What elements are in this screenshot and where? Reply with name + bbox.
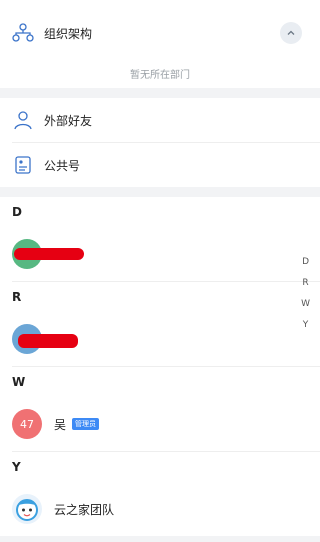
team-mascot-icon xyxy=(12,494,42,524)
external-friends-row[interactable]: 外部好友 xyxy=(0,98,320,142)
section-header-r: R xyxy=(12,290,22,304)
contact-row[interactable]: 47 吴 管理员 xyxy=(0,397,320,451)
divider xyxy=(0,536,320,542)
org-structure-row[interactable]: 组织架构 xyxy=(0,0,320,66)
avatar-initials: 47 xyxy=(20,417,34,431)
alphabet-index[interactable]: D R W Y xyxy=(301,252,310,336)
menu-block: 外部好友 公共号 xyxy=(0,98,320,187)
index-letter-w[interactable]: W xyxy=(301,294,310,315)
section-header-w: W xyxy=(12,375,26,389)
index-letter-r[interactable]: R xyxy=(302,273,308,294)
public-account-icon xyxy=(12,154,34,176)
admin-badge: 管理员 xyxy=(72,418,100,430)
org-block: 组织架构 暂无所在部门 xyxy=(0,0,320,88)
chevron-up-icon xyxy=(287,30,295,35)
org-structure-icon xyxy=(12,22,34,44)
public-account-label: 公共号 xyxy=(44,158,81,173)
contact-row[interactable] xyxy=(0,227,320,281)
org-structure-label: 组织架构 xyxy=(44,26,93,41)
section-header-y: Y xyxy=(12,460,21,474)
section-header-d: D xyxy=(12,205,22,219)
contact-list: D R W 47 吴 管理员 Y 云之家团队 xyxy=(0,197,320,536)
contact-row[interactable]: 云之家团队 xyxy=(0,482,320,536)
public-account-row[interactable]: 公共号 xyxy=(0,143,320,187)
index-letter-d[interactable]: D xyxy=(302,252,309,273)
avatar: 47 xyxy=(12,409,42,439)
divider xyxy=(0,88,320,98)
empty-dept-text: 暂无所在部门 xyxy=(130,70,190,81)
redaction-mark xyxy=(14,248,84,260)
external-friends-label: 外部好友 xyxy=(44,113,93,128)
contact-name: 云之家团队 xyxy=(54,502,115,517)
collapse-button[interactable] xyxy=(280,22,302,44)
contact-row[interactable] xyxy=(0,312,320,366)
redaction-mark xyxy=(18,334,78,348)
divider xyxy=(0,187,320,197)
friend-icon xyxy=(12,109,34,131)
index-letter-y[interactable]: Y xyxy=(303,315,309,336)
contact-name: 吴 xyxy=(54,417,67,432)
